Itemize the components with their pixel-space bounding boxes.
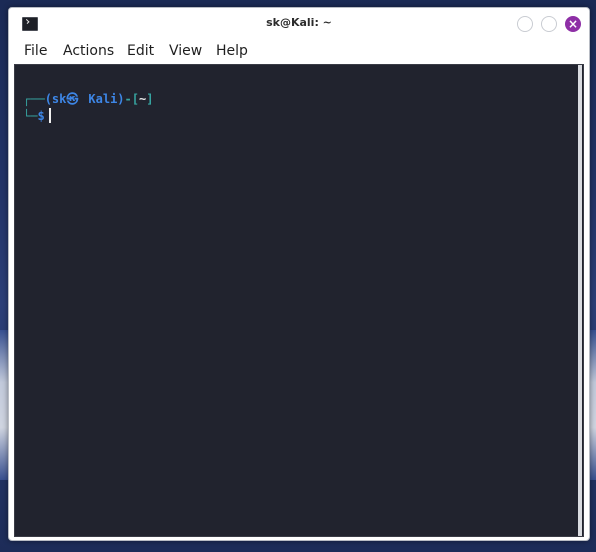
prompt-open-bracket: [ [131, 92, 139, 106]
menu-view[interactable]: View [169, 43, 202, 59]
prompt-close-paren: ) [117, 92, 125, 106]
menu-actions[interactable]: Actions [63, 43, 114, 59]
menu-file[interactable]: File [24, 43, 47, 59]
menu-help[interactable]: Help [216, 43, 248, 59]
scrollbar[interactable] [578, 65, 582, 536]
menu-edit[interactable]: Edit [127, 43, 154, 59]
window-title: sk@Kali: ~ [266, 16, 332, 29]
terminal-window[interactable]: sk@Kali: ~ × File Actions Edit View Help… [8, 7, 590, 541]
prompt-close-bracket: ] [146, 92, 154, 106]
prompt-host: Kali [88, 92, 118, 106]
prompt-symbol: $ [37, 109, 45, 123]
prompt-corner-bottom: └─ [23, 109, 38, 123]
prompt-corner-top: ┌── [23, 92, 45, 106]
prompt-dash: - [124, 92, 132, 106]
menu-bar: File Actions Edit View Help [9, 40, 589, 64]
prompt-line-bottom: └─$ [23, 108, 51, 123]
close-icon[interactable]: × [565, 16, 581, 32]
prompt-host-symbol: ㉿ [66, 92, 79, 106]
prompt-user: sk [51, 92, 67, 106]
text-cursor [48, 108, 51, 123]
prompt-line-top: ┌──(sk㉿ Kali)-[~] [23, 90, 153, 107]
minimize-icon[interactable] [517, 16, 533, 32]
maximize-icon[interactable] [541, 16, 557, 32]
terminal-output[interactable]: ┌──(sk㉿ Kali)-[~] └─$ [14, 64, 584, 537]
title-bar[interactable]: sk@Kali: ~ × [9, 8, 589, 40]
prompt-open-paren: ( [44, 92, 52, 106]
